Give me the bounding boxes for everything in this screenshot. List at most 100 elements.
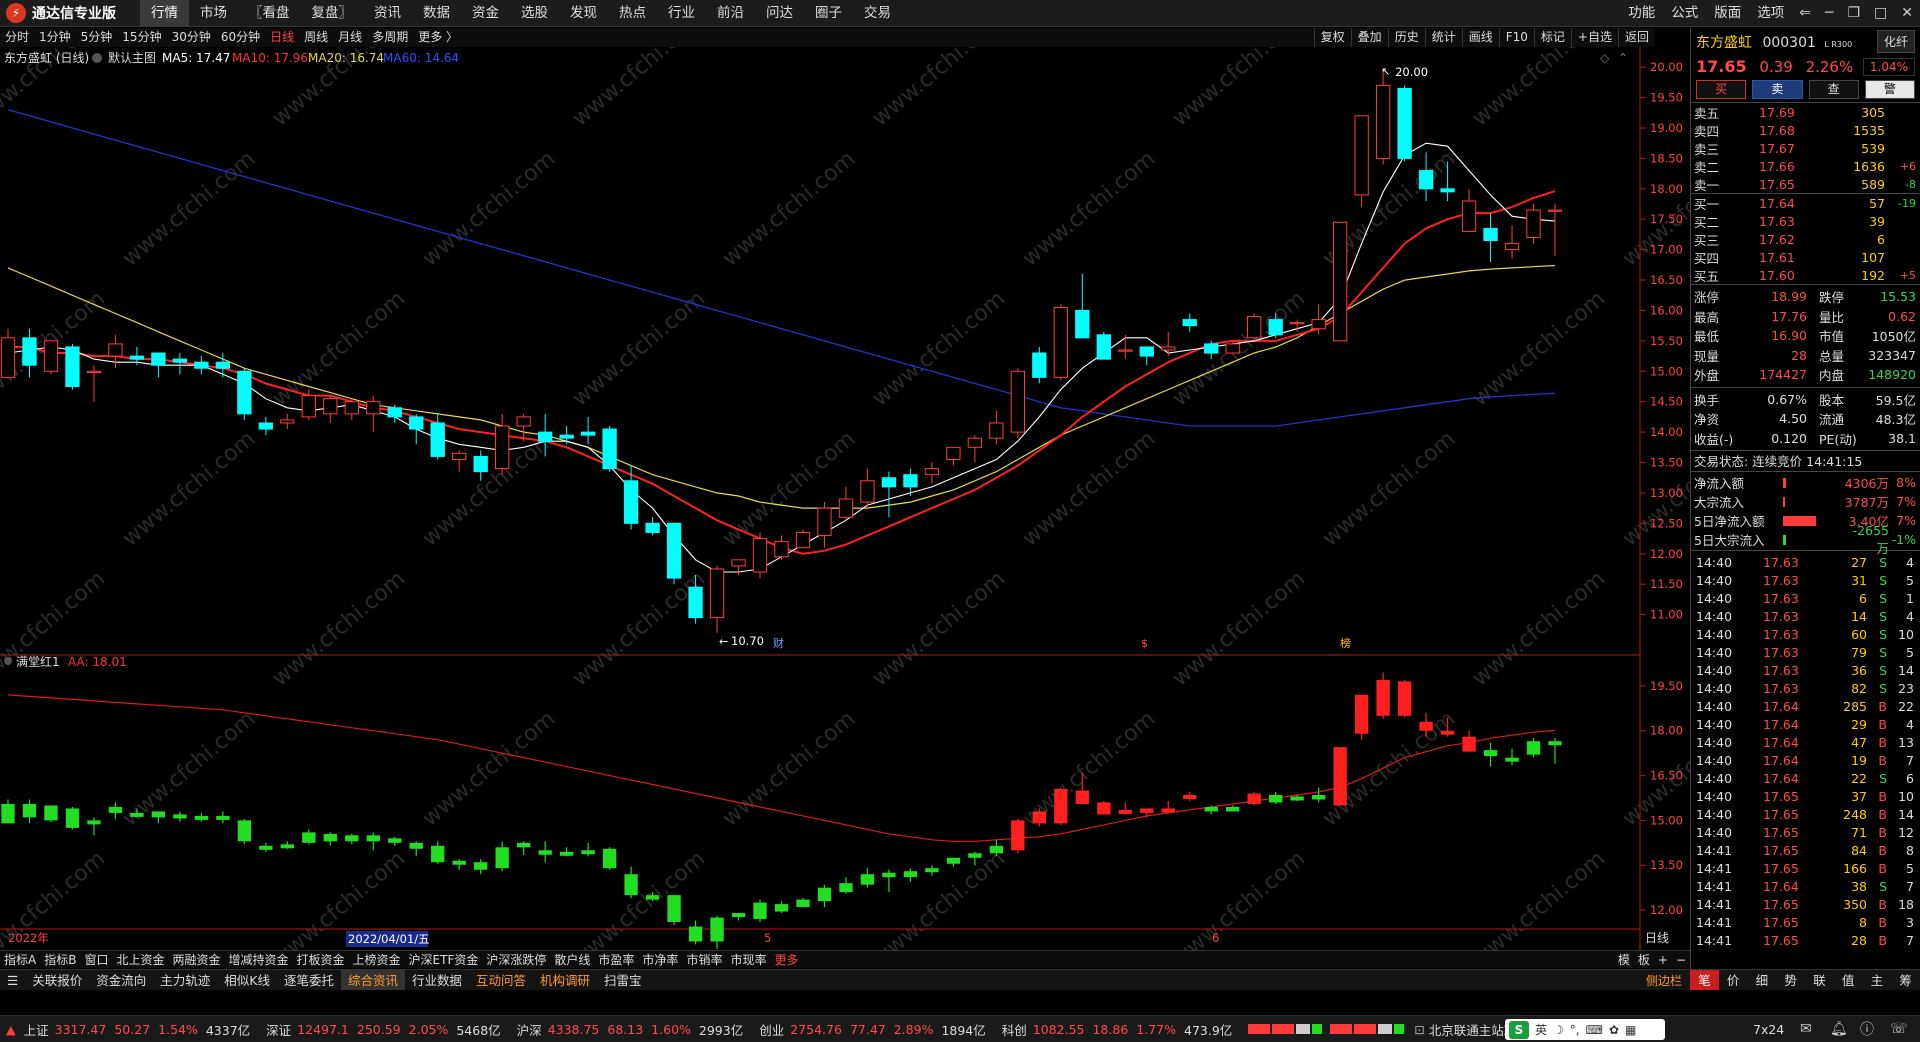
period-tab[interactable]: 5分钟 bbox=[76, 28, 118, 47]
menu-item[interactable]: 行业 bbox=[657, 0, 706, 27]
period-tab[interactable]: 分时 bbox=[0, 28, 34, 47]
quote-tab[interactable]: 笔 bbox=[1690, 970, 1719, 990]
menu-item[interactable]: 〖看盘 bbox=[238, 0, 301, 27]
info-tab[interactable]: 扫雷宝 bbox=[597, 970, 649, 991]
ask-row[interactable]: 卖二 17.66 1636 +6 bbox=[1691, 157, 1920, 175]
indicator-tab[interactable]: 上榜资金 bbox=[349, 951, 405, 969]
right-menu-item[interactable]: 选项 bbox=[1749, 0, 1792, 27]
punct-icon[interactable]: °, bbox=[1570, 1023, 1580, 1037]
ask-row[interactable]: 卖一 17.65 589 -8 bbox=[1691, 175, 1920, 193]
period-tab[interactable]: 日线 bbox=[265, 28, 299, 47]
indicator-settings-icon[interactable] bbox=[4, 657, 12, 665]
action-button[interactable]: 查 bbox=[1808, 80, 1859, 99]
moon-icon[interactable]: ☽ bbox=[1553, 1023, 1564, 1037]
ime-lang[interactable]: 英 bbox=[1535, 1021, 1547, 1038]
action-button[interactable]: 买 bbox=[1696, 80, 1747, 99]
panel-control[interactable]: 板 bbox=[1634, 951, 1654, 969]
bid-row[interactable]: 买二 17.63 39 bbox=[1691, 212, 1920, 230]
indicator-tab[interactable]: 指标A bbox=[0, 951, 40, 969]
menu-item[interactable]: 选股 bbox=[510, 0, 559, 27]
keyboard-icon[interactable]: ⌨ bbox=[1586, 1023, 1603, 1037]
email-icon[interactable]: ✉ bbox=[1800, 1021, 1812, 1037]
chart-tool-button[interactable]: 返回 bbox=[1617, 28, 1655, 47]
maximize-icon[interactable]: □ bbox=[1867, 0, 1894, 27]
panel-control[interactable]: − bbox=[1672, 951, 1690, 969]
right-menu-item[interactable]: 公式 bbox=[1663, 0, 1706, 27]
indicator-tab[interactable]: 更多 bbox=[770, 951, 802, 969]
period-tab[interactable]: 多周期 bbox=[367, 28, 413, 47]
menu-icon[interactable]: ☰ bbox=[0, 970, 25, 991]
period-tab[interactable]: 15分钟 bbox=[117, 28, 166, 47]
indicator-tab[interactable]: 指标B bbox=[40, 951, 80, 969]
info-tab[interactable]: 综合资讯 bbox=[340, 969, 405, 991]
quote-tab[interactable]: 筹 bbox=[1891, 970, 1920, 990]
indicator-tab[interactable]: 散户线 bbox=[550, 951, 594, 969]
index-quote-kc[interactable]: 科创 1082.55 18.86 1.77% 473.9亿 bbox=[1002, 1020, 1241, 1039]
industry-button[interactable]: 化纤 bbox=[1876, 30, 1915, 53]
index-quote-sz[interactable]: 深证 12497.1 250.59 2.05% 5468亿 bbox=[266, 1020, 509, 1039]
bid-row[interactable]: 买四 17.61 107 bbox=[1691, 248, 1920, 266]
menu-item[interactable]: 资金 bbox=[461, 0, 510, 27]
chart-tool-button[interactable]: 叠加 bbox=[1350, 28, 1388, 47]
menu-item[interactable]: 资讯 bbox=[363, 0, 412, 27]
ime-toolbar[interactable]: S 英 ☽ °, ⌨ ✿ ▦ bbox=[1505, 1019, 1665, 1040]
connection-icon[interactable]: ⊡ bbox=[1414, 1022, 1424, 1037]
ask-row[interactable]: 卖四 17.68 1535 bbox=[1691, 121, 1920, 139]
indicator-tab[interactable]: 增减持资金 bbox=[225, 951, 293, 969]
dollar-marker[interactable]: $ bbox=[1141, 637, 1148, 650]
indicator-tab[interactable]: 市现率 bbox=[726, 951, 770, 969]
bid-row[interactable]: 买一 17.64 57 -19 bbox=[1691, 194, 1920, 212]
menu-item[interactable]: 数据 bbox=[412, 0, 461, 27]
period-tab[interactable]: 周线 bbox=[299, 28, 333, 47]
action-button[interactable]: 警 bbox=[1864, 80, 1915, 99]
expand-icon[interactable]: ⌃ bbox=[1618, 51, 1628, 65]
chart-tool-button[interactable]: 标记 bbox=[1533, 28, 1571, 47]
grid-icon[interactable]: ▦ bbox=[1625, 1023, 1636, 1037]
menu-item[interactable]: 行情 bbox=[140, 0, 189, 27]
menu-item[interactable]: 发现 bbox=[559, 0, 608, 27]
diamond-icon[interactable]: ◇ bbox=[1600, 51, 1610, 65]
skin-icon[interactable]: ✿ bbox=[1609, 1023, 1619, 1037]
sidebar-toggle[interactable]: 侧边栏 bbox=[1646, 972, 1682, 989]
finance-marker[interactable]: 财 bbox=[773, 636, 784, 650]
menu-item[interactable]: 热点 bbox=[608, 0, 657, 27]
info-tab[interactable]: 资金流向 bbox=[89, 970, 153, 991]
quote-tab[interactable]: 值 bbox=[1834, 970, 1863, 990]
action-button[interactable]: 卖 bbox=[1752, 80, 1803, 99]
period-tab[interactable]: 30分钟 bbox=[167, 28, 216, 47]
menu-item[interactable]: 市场 bbox=[189, 0, 238, 27]
indicator-tab[interactable]: 窗口 bbox=[80, 951, 112, 969]
info-tab[interactable]: 相似K线 bbox=[217, 970, 277, 991]
ask-row[interactable]: 卖三 17.67 539 bbox=[1691, 139, 1920, 157]
menu-item[interactable]: 复盘〗 bbox=[301, 0, 364, 27]
bell-icon[interactable]: 🔔︎ bbox=[1830, 1021, 1848, 1037]
quote-tab[interactable]: 细 bbox=[1748, 970, 1777, 990]
quote-tab[interactable]: 主 bbox=[1863, 970, 1892, 990]
indicator-tab[interactable]: 沪深ETF资金 bbox=[405, 951, 483, 969]
index-quote-sh[interactable]: 上证 3317.47 50.27 1.54% 4337亿 bbox=[24, 1020, 259, 1039]
indicator-tab[interactable]: 沪深涨跌停 bbox=[482, 951, 550, 969]
indicator-tab[interactable]: 两融资金 bbox=[168, 951, 224, 969]
info-tab[interactable]: 互动问答 bbox=[469, 970, 533, 991]
period-tab[interactable]: 更多 〉 bbox=[413, 28, 463, 47]
right-menu-item[interactable]: 版面 bbox=[1706, 0, 1749, 27]
restore-icon[interactable]: ❐ bbox=[1840, 0, 1867, 27]
indicator-tab[interactable]: 市盈率 bbox=[594, 951, 638, 969]
minimize-icon[interactable]: ─ bbox=[1818, 0, 1840, 27]
help-icon[interactable]: ⓘ bbox=[1860, 1019, 1874, 1039]
bid-row[interactable]: 买三 17.62 6 bbox=[1691, 230, 1920, 248]
chart-tool-button[interactable]: 复权 bbox=[1313, 28, 1351, 47]
quote-tab[interactable]: 价 bbox=[1719, 970, 1748, 990]
period-tab[interactable]: 月线 bbox=[333, 28, 367, 47]
index-quote-cy[interactable]: 创业 2754.76 77.47 2.89% 1894亿 bbox=[759, 1020, 994, 1039]
tick-list[interactable]: 14:40 17.63 27 S 4 14:40 17.63 31 S 5 14:40 17.63 6 S… bbox=[1691, 550, 1920, 949]
menu-item[interactable]: 交易 bbox=[853, 0, 902, 27]
news-7x24[interactable]: 7x24 bbox=[1753, 1022, 1784, 1037]
menu-item[interactable]: 问达 bbox=[755, 0, 804, 27]
chart-tool-button[interactable]: 画线 bbox=[1461, 28, 1499, 47]
info-tab[interactable]: 主力轨迹 bbox=[153, 970, 217, 991]
info-tab[interactable]: 关联报价 bbox=[25, 970, 89, 991]
menu-item[interactable]: 前沿 bbox=[706, 0, 755, 27]
indicator-tab[interactable]: 北上资金 bbox=[112, 951, 168, 969]
panel-control[interactable]: 模 bbox=[1614, 951, 1634, 969]
